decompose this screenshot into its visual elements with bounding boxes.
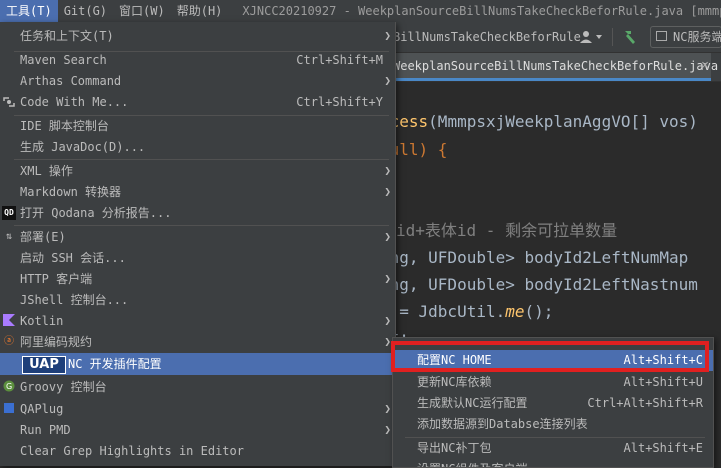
code-line: 头id+表体id - 剩余可拉单数量 bbox=[380, 221, 618, 240]
build-hammer-icon[interactable] bbox=[620, 27, 640, 47]
menu-bar: 工具(T) Git(G) 窗口(W) 帮助(H) XJNCC20210927 -… bbox=[0, 0, 721, 22]
menu-item-open-qodana-report[interactable]: QD 打开 Qodana 分析报告... bbox=[0, 202, 395, 224]
menu-item-run-pmd[interactable]: Run PMD ❯ bbox=[0, 419, 395, 441]
menu-item-jshell-console[interactable]: JShell 控制台... bbox=[0, 289, 395, 311]
nc-server-button[interactable]: NC服务端 bbox=[650, 26, 721, 48]
menu-item-qaplug[interactable]: QAPlug ❯ bbox=[0, 398, 395, 420]
menu-item-deployment[interactable]: ⇅ 部署(E) ❯ bbox=[0, 226, 395, 248]
menu-item-alibaba-coding-guidelines[interactable]: ⓐ 阿里编码规约 ❯ bbox=[0, 331, 395, 353]
chevron-right-icon: ❯ bbox=[384, 335, 391, 348]
highlight-box bbox=[391, 341, 709, 372]
uap-logo-icon: UAP bbox=[22, 356, 66, 374]
menu-item-groovy-console[interactable]: G Groovy 控制台 bbox=[0, 376, 395, 398]
menu-item-http-client[interactable]: HTTP 客户端 ❯ bbox=[0, 268, 395, 290]
menu-item-start-ssh-session[interactable]: 启动 SSH 会话... bbox=[0, 247, 395, 269]
toolbar-separator bbox=[612, 28, 613, 46]
tools-dropdown-menu: 任务和上下文(T) ❯ Maven Search Ctrl+Shift+M Ar… bbox=[0, 22, 396, 466]
menu-item-xml-actions[interactable]: XML 操作 ❯ bbox=[0, 160, 395, 182]
menu-item-code-with-me[interactable]: Code With Me... Ctrl+Shift+Y bbox=[0, 91, 395, 113]
menu-item-arthas-command[interactable]: Arthas Command ❯ bbox=[0, 70, 395, 92]
submenu-item-nc-components[interactable]: 设置NC组件及客户端 bbox=[393, 459, 713, 467]
menu-item-clear-grep-highlights[interactable]: Clear Grep Highlights in Editor bbox=[0, 440, 395, 462]
chevron-right-icon: ❯ bbox=[384, 272, 391, 285]
code-line: ing, UFDouble> bodyId2LeftNumMap bbox=[380, 248, 689, 267]
nc-server-icon bbox=[656, 31, 667, 41]
menu-item-nc-plugin-config[interactable]: UAP NC 开发插件配置 bbox=[0, 353, 395, 375]
menu-item-kotlin[interactable]: Kotlin ❯ bbox=[0, 310, 395, 332]
qaplug-icon bbox=[2, 402, 16, 416]
submenu-item-generate-run-config[interactable]: 生成默认NC运行配置 Ctrl+Alt+Shift+R bbox=[393, 393, 713, 414]
submenu-item-add-datasource[interactable]: 添加数据源到Databse连接列表 bbox=[393, 414, 713, 435]
menu-window[interactable]: 窗口(W) bbox=[113, 0, 171, 22]
code-line: ing, UFDouble> bodyId2LeftNastnum bbox=[380, 275, 698, 294]
deploy-arrows-icon: ⇅ bbox=[5, 231, 13, 242]
menu-git[interactable]: Git(G) bbox=[58, 0, 113, 22]
nc-server-label: NC服务端 bbox=[673, 30, 721, 44]
code-line: o = JdbcUtil.me(); bbox=[380, 302, 554, 321]
submenu-item-export-patch[interactable]: 导出NC补丁包 Alt+Shift+E bbox=[393, 438, 713, 459]
code-with-me-icon bbox=[2, 95, 16, 109]
chevron-right-icon: ❯ bbox=[384, 402, 391, 415]
groovy-icon: G bbox=[2, 380, 16, 394]
chevron-right-icon: ❯ bbox=[384, 314, 391, 327]
chevron-right-icon: ❯ bbox=[384, 185, 391, 198]
menu-item-maven-search[interactable]: Maven Search Ctrl+Shift+M bbox=[0, 49, 395, 71]
menu-item-markdown-converter[interactable]: Markdown 转换器 ❯ bbox=[0, 181, 395, 203]
menu-item-generate-javadoc[interactable]: 生成 JavaDoc(D)... bbox=[0, 136, 395, 158]
svg-text:G: G bbox=[6, 382, 12, 391]
submenu-item-update-nc-libs[interactable]: 更新NC库依赖 Alt+Shift+U bbox=[393, 372, 713, 393]
close-icon[interactable]: × bbox=[701, 53, 709, 79]
chevron-right-icon: ❯ bbox=[384, 164, 391, 177]
editor-tab-active[interactable]: WeekplanSourceBillNumsTakeCheckBeforRule… bbox=[393, 53, 718, 81]
menu-item-tasks-context[interactable]: 任务和上下文(T) ❯ bbox=[0, 25, 395, 47]
run-config-selector[interactable]: BillNumsTakeCheckBeforRule bbox=[393, 27, 581, 47]
alibaba-icon: ⓐ bbox=[4, 336, 14, 347]
editor-tab-label: WeekplanSourceBillNumsTakeCheckBeforRule… bbox=[393, 59, 719, 73]
qodana-icon: QD bbox=[2, 206, 16, 220]
chevron-right-icon: ❯ bbox=[384, 29, 391, 42]
window-title: XJNCC20210927 - WeekplanSourceBillNumsTa… bbox=[242, 4, 721, 18]
code-line: ocess(MmmpsxjWeekplanAggVO[] vos) bbox=[380, 112, 698, 131]
user-icon[interactable] bbox=[578, 27, 606, 47]
menu-help[interactable]: 帮助(H) bbox=[171, 0, 229, 22]
chevron-right-icon: ❯ bbox=[384, 230, 391, 243]
menu-tools[interactable]: 工具(T) bbox=[0, 0, 58, 22]
chevron-right-icon: ❯ bbox=[384, 74, 391, 87]
menu-item-ide-script-console[interactable]: IDE 脚本控制台 bbox=[0, 115, 395, 137]
kotlin-icon bbox=[2, 314, 16, 328]
chevron-right-icon: ❯ bbox=[384, 423, 391, 436]
